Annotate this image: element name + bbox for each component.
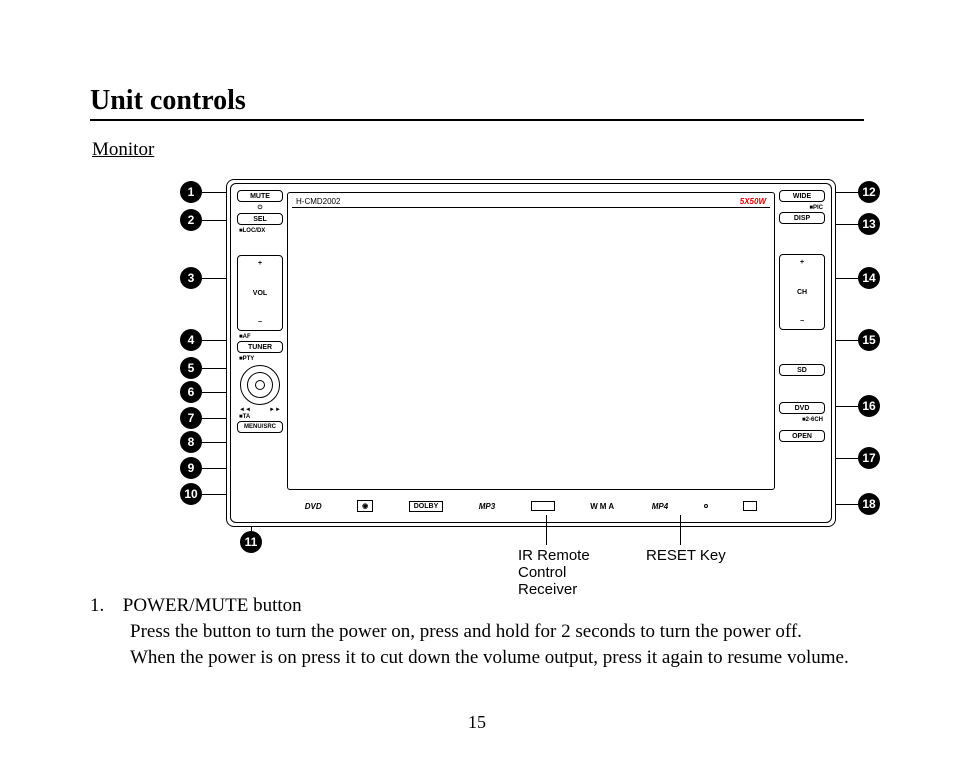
desc-line2: When the power is on press it to cut dow…: [130, 645, 864, 671]
volume-rocker[interactable]: + VOL −: [237, 255, 283, 331]
reset-hole[interactable]: [704, 504, 708, 508]
ir-window: [531, 501, 555, 511]
callout-17: 17: [858, 447, 880, 469]
callout-16: 16: [858, 395, 880, 417]
dolby-logo: DOLBY: [409, 501, 444, 512]
model-label: H-CMD2002: [296, 197, 340, 206]
callout-14: 14: [858, 267, 880, 289]
vol-label: VOL: [253, 290, 267, 297]
callout-9: 9: [180, 457, 202, 479]
mp4-logo: MP4: [652, 502, 668, 511]
callout-12: 12: [858, 181, 880, 203]
af-label: ■AF: [237, 333, 283, 341]
subsection-title: Monitor: [92, 139, 864, 161]
description-block: 1. POWER/MUTE button Press the button to…: [90, 595, 864, 670]
callout-3: 3: [180, 267, 202, 289]
screen-header: H-CMD2002 5X50W: [292, 196, 770, 208]
callout-7: 7: [180, 407, 202, 429]
ir-annotation: IR Remote Control Receiver: [518, 547, 590, 598]
ch26-label: ■2-6CH: [779, 416, 825, 424]
callout-18: 18: [858, 493, 880, 515]
knob-next-icon: ►►: [269, 407, 281, 413]
callout-6: 6: [180, 381, 202, 403]
menu-src-button[interactable]: MENU/SRC: [237, 421, 283, 433]
dvd-button[interactable]: DVD: [779, 402, 825, 414]
pty-label: ■PTY: [237, 355, 283, 363]
callout-4: 4: [180, 329, 202, 351]
ch-minus[interactable]: −: [800, 318, 804, 325]
callout-8: 8: [180, 431, 202, 453]
mp3-logo: MP3: [479, 502, 495, 511]
wma-logo: WMA: [590, 502, 616, 511]
ch-label: CH: [797, 289, 807, 296]
callout-11: 11: [240, 531, 262, 553]
desc-line1: Press the button to turn the power on, p…: [130, 619, 864, 645]
left-button-column: MUTE ⏻ SEL ■LOC/DX + VOL − ■AF TUNER ■PT…: [237, 190, 283, 494]
reset-annotation: RESET Key: [646, 547, 726, 564]
callout-2: 2: [180, 209, 202, 231]
leader: [546, 515, 547, 545]
right-button-column: WIDE ■PIC DISP + CH − SD DVD ■2-6CH OP: [779, 190, 825, 494]
leader: [680, 515, 681, 545]
monitor-diagram: 1 2 3 4 5 6 7 8 9 10 11 12 13 14 15 16: [110, 169, 870, 589]
page-number: 15: [0, 712, 954, 733]
callout-1: 1: [180, 181, 202, 203]
aux-slot-icon: [743, 501, 757, 511]
disc-logo: ◉: [357, 500, 373, 512]
pic-label: ■PIC: [779, 204, 825, 212]
channel-rocker[interactable]: + CH −: [779, 254, 825, 330]
sel-button[interactable]: SEL: [237, 213, 283, 225]
open-button[interactable]: OPEN: [779, 430, 825, 442]
display-screen: H-CMD2002 5X50W: [287, 192, 775, 490]
power-icon: ⏻: [237, 204, 283, 213]
power-rating-label: 5X50W: [740, 197, 766, 206]
vol-plus[interactable]: +: [258, 260, 262, 267]
desc-heading: POWER/MUTE button: [123, 595, 302, 616]
section-title: Unit controls: [90, 85, 864, 121]
rotary-knob[interactable]: [240, 365, 280, 405]
vol-minus[interactable]: −: [258, 319, 262, 326]
mute-button[interactable]: MUTE: [237, 190, 283, 202]
device-frame: MUTE ⏻ SEL ■LOC/DX + VOL − ■AF TUNER ■PT…: [226, 179, 836, 527]
sd-button[interactable]: SD: [779, 364, 825, 376]
callout-5: 5: [180, 357, 202, 379]
callout-10: 10: [180, 483, 202, 505]
device-inner: MUTE ⏻ SEL ■LOC/DX + VOL − ■AF TUNER ■PT…: [230, 183, 832, 523]
desc-number: 1.: [90, 595, 118, 617]
tuner-button[interactable]: TUNER: [237, 341, 283, 353]
knob-prev-icon: ◄◄: [239, 407, 251, 413]
callout-15: 15: [858, 329, 880, 351]
dvd-logo: DVD: [305, 502, 322, 511]
logo-strip: DVD ◉ DOLBY MP3 WMA MP4: [287, 496, 775, 516]
locdx-label: ■LOC/DX: [237, 227, 283, 235]
ta-label: ■TA: [237, 413, 283, 421]
disp-button[interactable]: DISP: [779, 212, 825, 224]
wide-button[interactable]: WIDE: [779, 190, 825, 202]
callout-13: 13: [858, 213, 880, 235]
ch-plus[interactable]: +: [800, 259, 804, 266]
